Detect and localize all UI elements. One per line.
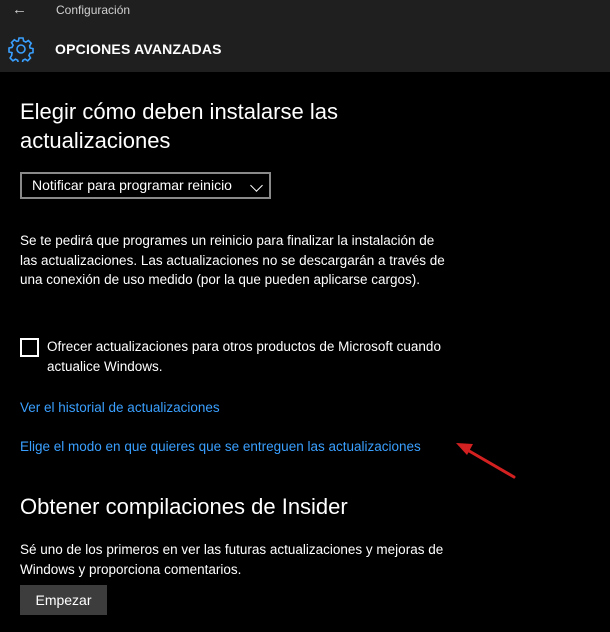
install-mode-dropdown[interactable]: Notificar para programar reinicio [20, 172, 271, 199]
install-updates-heading: Elegir cómo deben instalarse las actuali… [20, 99, 338, 153]
title-bar: ← Configuración OPCIONES AVANZADAS [0, 0, 610, 72]
other-products-checkbox-label[interactable]: Ofrecer actualizaciones para otros produ… [47, 337, 447, 376]
gear-icon [8, 37, 34, 62]
delivery-mode-link[interactable]: Elige el modo en que quieres que se entr… [20, 439, 421, 454]
insider-heading: Obtener compilaciones de Insider [20, 494, 348, 519]
other-products-checkbox[interactable] [20, 338, 39, 357]
annotation-arrow-icon [456, 443, 516, 479]
page-title: OPCIONES AVANZADAS [55, 41, 222, 57]
insider-description: Sé uno de los primeros en ver las futura… [20, 542, 444, 577]
app-title: Configuración [56, 3, 131, 17]
chevron-down-icon [250, 179, 263, 192]
dropdown-selected-value: Notificar para programar reinicio [32, 177, 232, 193]
install-mode-description: Se te pedirá que programes un reinicio p… [20, 233, 445, 287]
start-button[interactable]: Empezar [20, 585, 107, 615]
settings-content: Elegir cómo deben instalarse las actuali… [20, 72, 610, 632]
update-history-link[interactable]: Ver el historial de actualizaciones [20, 400, 220, 415]
back-arrow-icon[interactable]: ← [12, 1, 32, 19]
